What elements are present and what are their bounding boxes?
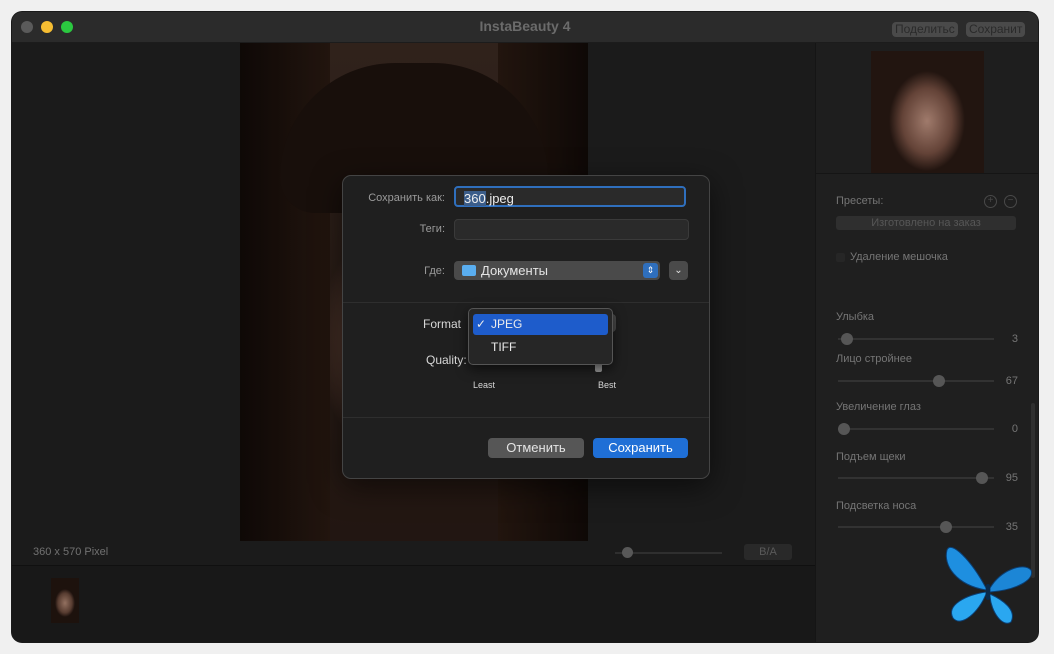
butterfly-logo: [945, 547, 1032, 624]
format-option-tiff[interactable]: TIFF: [473, 337, 608, 358]
format-option-label: JPEG: [491, 317, 523, 331]
preview-panel: [816, 43, 1038, 174]
zoom-slider-knob[interactable]: [622, 547, 633, 558]
tags-label: Теги:: [419, 223, 445, 235]
dialog-divider: [343, 417, 709, 418]
preset-select[interactable]: Изготовлено на заказ: [836, 216, 1016, 230]
location-select[interactable]: Документы ⇕: [454, 261, 660, 280]
chevron-updown-icon: ⇕: [643, 263, 658, 278]
slider-label: Лицо стройнее: [836, 353, 912, 365]
checkmark-icon: ✓: [476, 317, 487, 331]
filmstrip: [12, 565, 815, 642]
image-size-label: 360 x 570 Pixel: [33, 546, 109, 558]
location-value: Документы: [481, 263, 549, 278]
slider-label: Подъем щеки: [836, 451, 906, 463]
slider-knob[interactable]: [933, 375, 946, 387]
slider-value: 35: [1005, 521, 1018, 533]
slider-value: 3: [1011, 333, 1018, 345]
slider-knob[interactable]: [841, 333, 854, 345]
slider-value: 95: [1005, 472, 1018, 484]
format-option-jpeg[interactable]: ✓ JPEG: [473, 314, 608, 335]
format-dropdown-menu: ✓ JPEG TIFF: [468, 308, 613, 365]
slider-knob[interactable]: [975, 472, 988, 484]
before-after-button[interactable]: B/A: [744, 544, 792, 560]
tags-input[interactable]: [454, 219, 689, 240]
quality-label: Quality:: [426, 353, 467, 367]
where-label: Где:: [424, 265, 445, 277]
slider-knob[interactable]: [838, 423, 851, 435]
format-option-label: TIFF: [491, 340, 517, 354]
format-label: Format: [423, 317, 462, 331]
slider-track[interactable]: [838, 477, 994, 479]
eye-bag-removal-checkbox[interactable]: [836, 253, 845, 262]
save-as-label: Сохранить как:: [368, 192, 445, 204]
folder-icon: [462, 265, 476, 276]
save-button[interactable]: Сохранить: [593, 438, 688, 458]
slider-label: Улыбка: [836, 311, 875, 323]
filename-selected-text: 360: [464, 191, 486, 206]
expand-dialog-button[interactable]: ⌄: [669, 261, 688, 280]
slider-label: Увеличение глаз: [836, 401, 921, 413]
eye-bag-removal-label: Удаление мешочка: [850, 251, 948, 263]
slider-value: 0: [1011, 423, 1018, 435]
quality-best-label: Best: [598, 380, 617, 390]
quality-least-label: Least: [473, 380, 496, 390]
slider-track[interactable]: [838, 380, 994, 382]
slider-value: 67: [1005, 375, 1018, 387]
preview-image: [871, 51, 984, 173]
slider-track[interactable]: [838, 526, 994, 528]
filename-input[interactable]: 360.jpeg: [454, 186, 686, 207]
dialog-divider: [343, 302, 709, 303]
slider-track[interactable]: [838, 428, 994, 430]
slider-track[interactable]: [838, 338, 994, 340]
save-toolbar-button[interactable]: Сохранит: [966, 22, 1026, 37]
share-button[interactable]: Поделитьс: [892, 22, 958, 37]
filename-extension: .jpeg: [485, 191, 514, 206]
presets-label: Пресеты:: [836, 195, 884, 207]
add-preset-icon[interactable]: +: [984, 195, 997, 208]
cancel-button[interactable]: Отменить: [488, 438, 584, 458]
photo-thumbnail[interactable]: [51, 578, 79, 623]
slider-knob[interactable]: [939, 521, 952, 533]
window-title: InstaBeauty 4: [479, 18, 571, 34]
save-dialog: Сохранить как: 360.jpeg Теги: Где: Докум…: [342, 175, 710, 479]
slider-label: Подсветка носа: [836, 500, 917, 512]
title-bar: InstaBeauty 4 Поделитьс Сохранит: [12, 12, 1038, 43]
remove-preset-icon[interactable]: −: [1004, 195, 1017, 208]
